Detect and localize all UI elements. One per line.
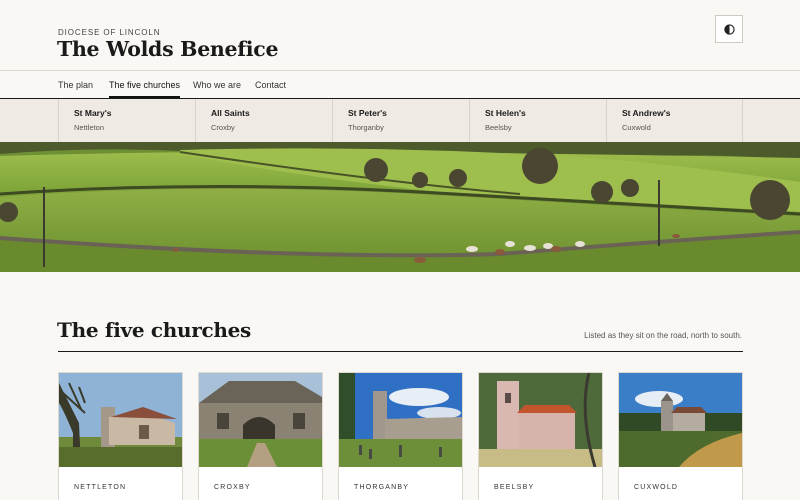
church-name: St Peter's <box>348 108 387 118</box>
hero-landscape-image <box>0 142 800 272</box>
church-photo <box>619 373 742 467</box>
theme-toggle-button[interactable] <box>715 15 743 43</box>
church-place: Beelsby <box>485 123 512 132</box>
church-photo <box>59 373 182 467</box>
church-name: St Mary's <box>74 108 112 118</box>
church-tab-st-marys[interactable]: St Mary's Nettleton <box>58 99 195 142</box>
church-photo <box>479 373 602 467</box>
church-tab-all-saints[interactable]: All Saints Croxby <box>195 99 332 142</box>
church-place: Thorganby <box>348 123 384 132</box>
nav-the-five-churches[interactable]: The five churches <box>109 80 181 98</box>
card-label: BEELSBY <box>494 484 535 491</box>
section-note: Listed as they sit on the road, north to… <box>584 331 742 340</box>
church-card-nettleton[interactable]: NETTLETON <box>58 372 183 500</box>
primary-nav: The plan The five churches Who we are Co… <box>0 70 800 99</box>
church-photo <box>199 373 322 467</box>
site-title[interactable]: The Wolds Benefice <box>57 37 279 61</box>
site-header: DIOCESE OF LINCOLN The Wolds Benefice <box>0 0 800 70</box>
church-place: Croxby <box>211 123 235 132</box>
church-name: St Helen's <box>485 108 526 118</box>
church-name: All Saints <box>211 108 250 118</box>
card-label: CUXWOLD <box>634 484 679 491</box>
church-place: Cuxwold <box>622 123 651 132</box>
nav-the-plan[interactable]: The plan <box>58 80 93 96</box>
church-card-beelsby[interactable]: BEELSBY <box>478 372 603 500</box>
nav-who-we-are[interactable]: Who we are <box>193 80 241 96</box>
church-tab-st-peters[interactable]: St Peter's Thorganby <box>332 99 469 142</box>
church-card-cuxwold[interactable]: CUXWOLD <box>618 372 743 500</box>
church-strip: St Mary's Nettleton All Saints Croxby St… <box>0 99 800 142</box>
church-card-croxby[interactable]: CROXBY <box>198 372 323 500</box>
section-divider <box>58 351 743 352</box>
church-name: St Andrew's <box>622 108 671 118</box>
church-tab-st-helens[interactable]: St Helen's Beelsby <box>469 99 606 142</box>
card-label: NETTLETON <box>74 484 127 491</box>
church-card-thorganby[interactable]: THORGANBY <box>338 372 463 500</box>
section-title: The five churches <box>57 318 252 342</box>
nav-contact[interactable]: Contact <box>255 80 286 96</box>
church-photo <box>339 373 462 467</box>
card-label: THORGANBY <box>354 484 410 491</box>
diocese-label: DIOCESE OF LINCOLN <box>58 28 161 37</box>
card-label: CROXBY <box>214 484 251 491</box>
church-tab-st-andrews[interactable]: St Andrew's Cuxwold <box>606 99 743 142</box>
contrast-icon <box>723 23 735 35</box>
church-place: Nettleton <box>74 123 105 132</box>
